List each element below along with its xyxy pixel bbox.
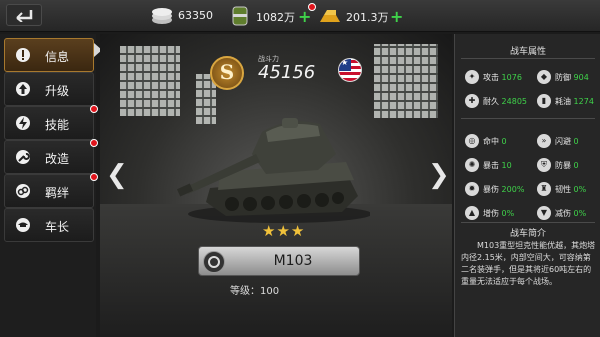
- menu-item-commander[interactable]: 车长: [4, 208, 94, 242]
- fuel-barrel-icon: [228, 6, 252, 26]
- gold-resource: 201.3万 +: [318, 6, 408, 26]
- gold-bars-icon: [318, 6, 342, 26]
- back-button[interactable]: [6, 4, 42, 26]
- menu-item-label: 技能: [45, 118, 70, 132]
- divider: [461, 118, 595, 119]
- menu-item-bond[interactable]: 羁绊: [4, 173, 98, 208]
- defense-icon: ◆: [537, 70, 551, 84]
- menu-item-label: 升级: [45, 84, 70, 98]
- back-arrow-icon: [16, 10, 33, 22]
- attack-icon: ✦: [465, 70, 479, 84]
- menu-item-label: 改造: [45, 152, 70, 166]
- hit-icon: ◎: [465, 134, 479, 148]
- silver-coins-icon: [150, 6, 174, 26]
- dodge-icon: »: [537, 134, 551, 148]
- crit-damage-icon: ✹: [465, 182, 479, 196]
- intro-title: 战车简介: [509, 229, 546, 239]
- tank-model: [176, 118, 370, 223]
- menu-item-label: 车长: [45, 220, 70, 234]
- upgrade-arrow-icon: [16, 82, 30, 96]
- prev-tank-button[interactable]: ❮: [106, 160, 128, 190]
- notification-dot: [90, 173, 98, 181]
- lightning-icon: [16, 116, 30, 130]
- gold-value: 201.3万: [346, 11, 389, 24]
- tank-name: M103: [273, 253, 313, 269]
- attributes-panel: 战车属性 ✦ 攻击 1076 ◆ 防御 904 ✚ 耐久 24805 ▮ 耗油 1274…: [454, 34, 600, 337]
- tank-description: M103重型坦克性能优越，其炮塔内径2.15米，内部空间大，可容纳第二名装弹手，…: [461, 241, 596, 286]
- menu-item-label: 羁绊: [45, 186, 70, 200]
- power-value: 45156: [258, 62, 316, 83]
- anti-crit-icon: ⛨: [537, 158, 551, 172]
- attributes-title: 战车属性: [509, 47, 546, 57]
- menu-item-upgrade[interactable]: 升级: [4, 72, 94, 106]
- link-icon: [16, 184, 30, 198]
- notification-dot: [308, 3, 316, 11]
- add-gold-button[interactable]: +: [390, 7, 403, 26]
- damage-down-icon: ▼: [537, 206, 551, 220]
- hangar-window: [374, 44, 438, 118]
- divider: [461, 58, 595, 59]
- usa-flag-icon: [338, 58, 362, 82]
- silver-value: 63350: [178, 9, 213, 22]
- rank-badge: S: [210, 56, 244, 90]
- wrench-icon: [16, 150, 30, 164]
- commander-icon: [16, 218, 30, 232]
- star-rating: ★★★: [262, 222, 306, 240]
- divider: [461, 222, 595, 223]
- info-icon: [16, 48, 30, 62]
- notification-dot: [90, 105, 98, 113]
- menu-item-modify[interactable]: 改造: [4, 139, 98, 174]
- fuel-resource: 1082万 +: [228, 3, 320, 26]
- damage-up-icon: ▲: [465, 206, 479, 220]
- side-menu: 信息 升级 技能 改造 羁绊 车长: [0, 34, 98, 337]
- crit-icon: ✺: [465, 158, 479, 172]
- hangar-view: S 战斗力 45156 ❮ ❯ ★★★ M103 等级：100: [100, 34, 452, 337]
- fuel-value: 1082万: [256, 11, 295, 24]
- tank-name-plate[interactable]: M103: [198, 246, 360, 276]
- tank-class-icon: [203, 251, 225, 273]
- fuel-icon: ▮: [537, 94, 551, 108]
- notification-dot: [90, 139, 98, 147]
- toughness-icon: ♜: [537, 182, 551, 196]
- tank-level: 等级：100: [230, 286, 280, 297]
- resource-bar: 63350 1082万 + 201.3万 +: [0, 0, 600, 32]
- next-tank-button[interactable]: ❯: [428, 160, 450, 190]
- menu-item-label: 信息: [45, 50, 70, 64]
- durability-icon: ✚: [465, 94, 479, 108]
- menu-item-info[interactable]: 信息: [4, 38, 94, 72]
- silver-resource: 63350: [150, 6, 230, 26]
- menu-item-skill[interactable]: 技能: [4, 105, 98, 140]
